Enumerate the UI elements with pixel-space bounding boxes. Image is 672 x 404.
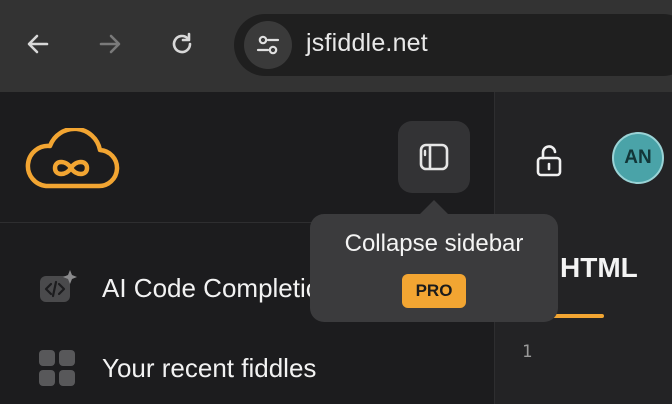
tooltip-arrow — [420, 200, 448, 214]
collapse-sidebar-tooltip: Collapse sidebar PRO — [310, 214, 558, 322]
tab-html[interactable]: HTML — [560, 252, 638, 284]
collapse-sidebar-button[interactable] — [398, 121, 470, 193]
address-bar[interactable]: jsfiddle.net — [234, 14, 672, 76]
sidebar-item-label: Your recent fiddles — [102, 352, 317, 383]
sidebar-item-label: AI Code Completion — [102, 272, 335, 303]
back-button[interactable] — [16, 22, 60, 66]
sidebar-panel-icon — [419, 143, 449, 171]
arrow-left-icon — [27, 34, 49, 54]
pro-badge: PRO — [402, 274, 466, 308]
jsfiddle-cloud-logo[interactable] — [22, 128, 120, 190]
avatar[interactable]: AN — [612, 132, 664, 184]
arrow-right-icon — [99, 34, 121, 54]
tune-icon — [256, 35, 280, 55]
url-text[interactable]: jsfiddle.net — [306, 29, 428, 58]
lock-button[interactable] — [526, 138, 572, 184]
forward-button[interactable] — [88, 22, 132, 66]
line-number: 1 — [522, 342, 533, 362]
tooltip-text: Collapse sidebar — [344, 230, 524, 257]
unlock-icon — [536, 145, 562, 177]
sidebar-item-recent-fiddles[interactable]: Your recent fiddles — [36, 344, 476, 392]
grid-icon — [36, 347, 78, 389]
reload-icon — [172, 32, 192, 54]
reload-button[interactable] — [160, 22, 204, 66]
site-info-button[interactable] — [244, 21, 292, 69]
ai-code-icon — [36, 267, 78, 309]
browser-toolbar: jsfiddle.net — [0, 0, 672, 92]
